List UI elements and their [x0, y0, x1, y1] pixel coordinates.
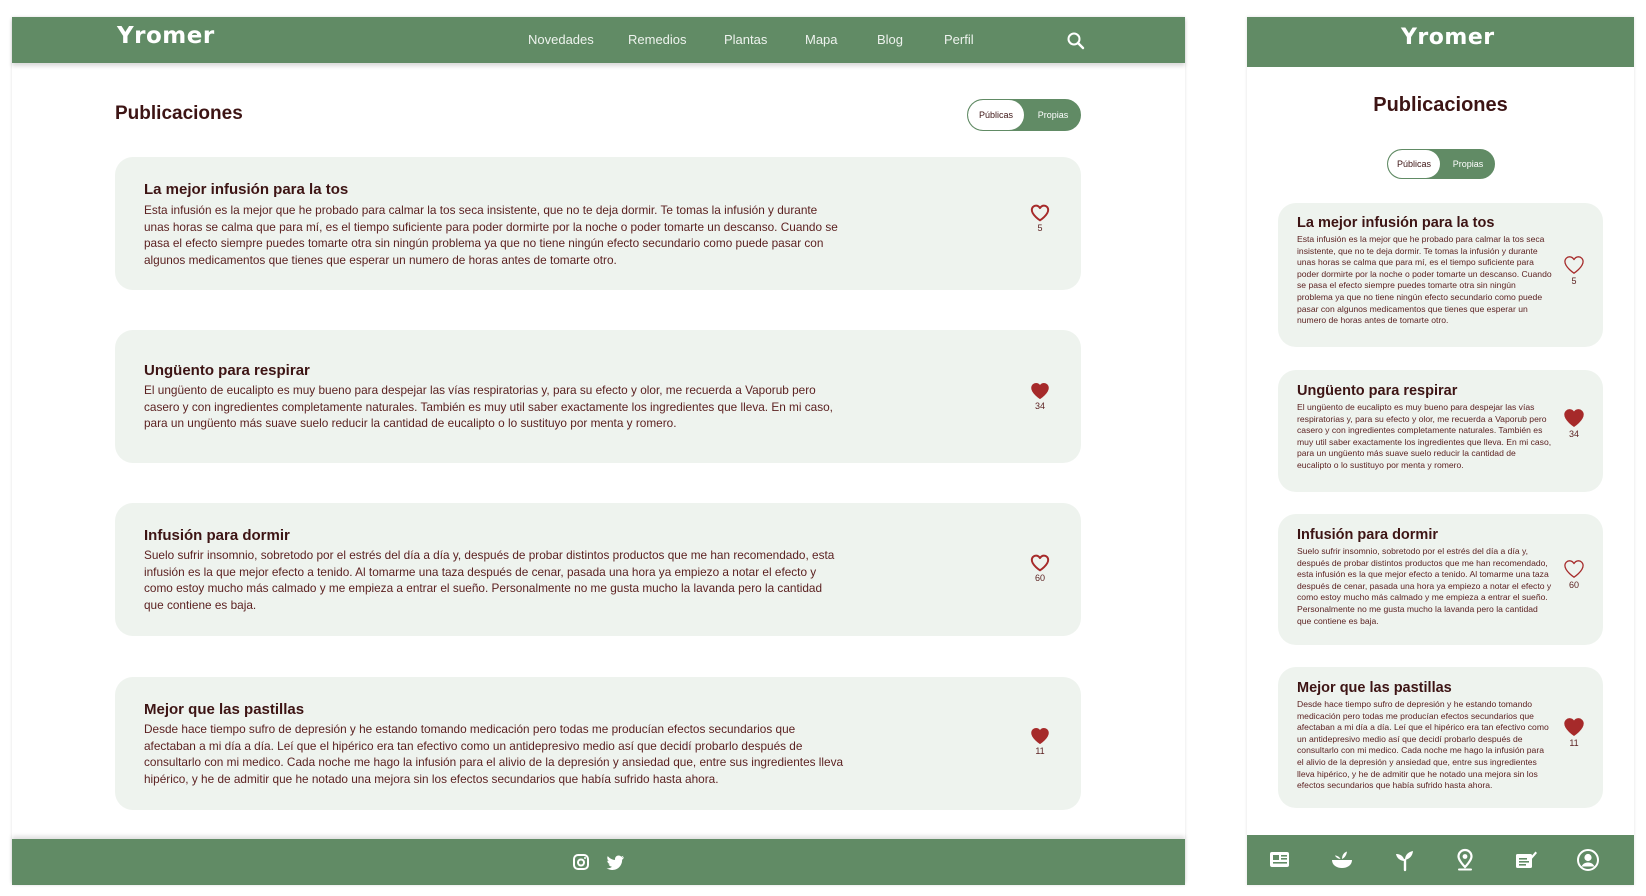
- post-card[interactable]: La mejor infusión para la tos Esta infus…: [115, 157, 1081, 290]
- footer: [12, 839, 1185, 885]
- post-title: Mejor que las pastillas: [144, 701, 305, 718]
- nav-mapa[interactable]: Mapa: [805, 32, 838, 47]
- like-count: 34: [1568, 429, 1579, 439]
- like-button[interactable]: 34: [1024, 382, 1056, 411]
- post-body: El ungüento de eucalipto es muy bueno pa…: [1297, 402, 1552, 470]
- logo[interactable]: Yromer: [1401, 25, 1495, 50]
- post-body: Suelo sufrir insomnio, sobretodo por el …: [144, 548, 835, 612]
- map-pin-icon[interactable]: [1452, 847, 1478, 873]
- desktop-view: Yromer Novedades Remedios Plantas Mapa B…: [12, 17, 1185, 885]
- post-title: Infusión para dormir: [1297, 527, 1438, 543]
- nav-plantas[interactable]: Plantas: [724, 32, 767, 47]
- toggle-own[interactable]: Propias: [1440, 150, 1494, 178]
- page-title: Publicaciones: [1373, 94, 1508, 116]
- post-card[interactable]: Ungüento para respirar El ungüento de eu…: [1278, 370, 1603, 492]
- like-count: 11: [1569, 738, 1579, 748]
- like-button[interactable]: 11: [1558, 717, 1590, 748]
- nav-remedios[interactable]: Remedios: [628, 32, 687, 47]
- post-title: Infusión para dormir: [144, 527, 290, 544]
- like-button[interactable]: 34: [1558, 408, 1590, 439]
- like-button[interactable]: 5: [1024, 204, 1056, 233]
- post-title: La mejor infusión para la tos: [1297, 215, 1495, 231]
- like-button[interactable]: 60: [1024, 554, 1056, 583]
- post-body: Esta infusión es la mejor que he probado…: [1297, 234, 1552, 326]
- post-body: Desde hace tiempo sufro de depresión y h…: [1297, 699, 1549, 791]
- toggle-own[interactable]: Propias: [1024, 100, 1080, 130]
- twitter-icon[interactable]: [606, 852, 626, 872]
- post-card[interactable]: Infusión para dormir Suelo sufrir insomn…: [115, 503, 1081, 636]
- post-title: Mejor que las pastillas: [1297, 680, 1452, 696]
- like-count: 11: [1035, 746, 1045, 756]
- like-count: 60: [1034, 573, 1045, 583]
- like-count: 5: [1037, 223, 1043, 233]
- like-count: 60: [1568, 580, 1579, 590]
- plant-sprout-icon[interactable]: [1392, 847, 1418, 873]
- search-icon[interactable]: [1066, 31, 1086, 51]
- heart-outline-icon: [1030, 204, 1050, 222]
- bottom-tabbar: [1247, 835, 1634, 885]
- post-title: Ungüento para respirar: [1297, 383, 1458, 399]
- post-card[interactable]: La mejor infusión para la tos Esta infus…: [1278, 203, 1603, 347]
- like-button[interactable]: 60: [1558, 559, 1590, 590]
- post-body: Suelo sufrir insomnio, sobretodo por el …: [1297, 546, 1552, 626]
- heart-filled-icon: [1564, 718, 1584, 736]
- post-card[interactable]: Mejor que las pastillas Desde hace tiemp…: [115, 677, 1081, 810]
- post-body: Esta infusión es la mejor que he probado…: [144, 203, 838, 267]
- like-button[interactable]: 5: [1558, 255, 1590, 286]
- toggle-public[interactable]: Públicas: [1388, 150, 1440, 178]
- visibility-toggle[interactable]: Públicas Propias: [967, 99, 1081, 131]
- page-title: Publicaciones: [115, 103, 243, 124]
- heart-outline-icon: [1564, 256, 1584, 274]
- post-body: El ungüento de eucalipto es muy bueno pa…: [144, 383, 833, 430]
- heart-outline-icon: [1030, 554, 1050, 572]
- instagram-icon[interactable]: [571, 852, 591, 872]
- heart-filled-icon: [1564, 409, 1584, 427]
- news-icon[interactable]: [1267, 847, 1293, 873]
- remedies-bowl-icon[interactable]: [1329, 847, 1355, 873]
- post-title: La mejor infusión para la tos: [144, 181, 349, 198]
- visibility-toggle[interactable]: Públicas Propias: [1387, 149, 1495, 179]
- post-card[interactable]: Mejor que las pastillas Desde hace tiemp…: [1278, 667, 1603, 808]
- post-card[interactable]: Infusión para dormir Suelo sufrir insomn…: [1278, 514, 1603, 645]
- heart-outline-icon: [1564, 560, 1584, 578]
- toggle-public[interactable]: Públicas: [968, 100, 1024, 130]
- profile-icon[interactable]: [1575, 847, 1601, 873]
- blog-icon[interactable]: [1513, 847, 1539, 873]
- post-card[interactable]: Ungüento para respirar El ungüento de eu…: [115, 330, 1081, 463]
- like-count: 5: [1571, 276, 1577, 286]
- mobile-header: Yromer: [1247, 17, 1634, 67]
- like-count: 34: [1034, 401, 1045, 411]
- mobile-view: Yromer Publicaciones Públicas Propias La…: [1247, 17, 1634, 885]
- top-navbar: Yromer Novedades Remedios Plantas Mapa B…: [12, 17, 1185, 63]
- like-button[interactable]: 11: [1024, 727, 1056, 756]
- nav-blog[interactable]: Blog: [877, 32, 903, 47]
- nav-perfil[interactable]: Perfil: [944, 32, 974, 47]
- nav-novedades[interactable]: Novedades: [528, 32, 594, 47]
- heart-filled-icon: [1031, 383, 1049, 399]
- heart-filled-icon: [1031, 728, 1049, 744]
- main-nav: Novedades Remedios Plantas Mapa Blog Per…: [12, 17, 1185, 63]
- post-title: Ungüento para respirar: [144, 362, 310, 379]
- post-body: Desde hace tiempo sufro de depresión y h…: [144, 722, 844, 786]
